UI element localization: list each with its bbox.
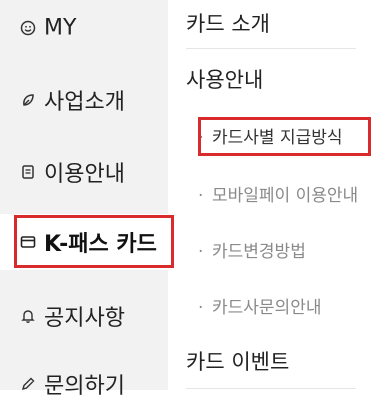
- sidebar-item-label: 공지사항: [44, 306, 125, 331]
- submenu-item-label: 모바일페이 이용안내: [212, 186, 359, 206]
- sidebar-item-business[interactable]: 사업소개: [0, 72, 168, 128]
- sidebar-item-my[interactable]: MY: [0, 0, 168, 56]
- bullet: ·: [198, 242, 204, 262]
- submenu-item-card-inquiry[interactable]: · 카드사문의안내: [198, 293, 321, 318]
- leaf-icon: [20, 92, 36, 108]
- highlight-box-payment-method: [198, 117, 371, 156]
- sidebar-menu: MY 사업소개 이용안내 K-패스 카드 공지사항 문의하기: [0, 0, 168, 399]
- sidebar-item-label: 이용안내: [44, 162, 125, 187]
- sidebar-item-guide[interactable]: 이용안내: [0, 144, 168, 200]
- divider: [186, 388, 356, 389]
- submenu-item-label: 카드변경방법: [212, 242, 306, 262]
- section-title-card-intro[interactable]: 카드 소개: [186, 8, 270, 38]
- sidebar-item-label: 문의하기: [44, 374, 125, 399]
- bell-icon: [20, 308, 36, 324]
- bullet: ·: [198, 186, 204, 206]
- submenu-panel: 카드 소개 사용안내 · 카드사별 지급방식 · 모바일페이 이용안내 · 카드변경방…: [168, 0, 371, 390]
- highlight-box-kpass: [14, 215, 174, 268]
- sidebar-item-inquiry[interactable]: 문의하기: [0, 356, 168, 412]
- sidebar-item-label: MY: [44, 15, 77, 41]
- submenu-item-mobile-pay[interactable]: · 모바일페이 이용안내: [198, 181, 358, 206]
- smiley-icon: [20, 20, 36, 36]
- section-title-usage-guide[interactable]: 사용안내: [186, 64, 263, 94]
- section-title-card-event[interactable]: 카드 이벤트: [186, 346, 289, 376]
- submenu-item-card-change[interactable]: · 카드변경방법: [198, 237, 306, 262]
- sidebar-item-notice[interactable]: 공지사항: [0, 288, 168, 344]
- document-icon: [20, 164, 36, 180]
- divider: [186, 48, 356, 49]
- bullet: ·: [198, 298, 204, 318]
- submenu-item-label: 카드사문의안내: [212, 298, 322, 318]
- sidebar-item-label: 사업소개: [44, 90, 125, 115]
